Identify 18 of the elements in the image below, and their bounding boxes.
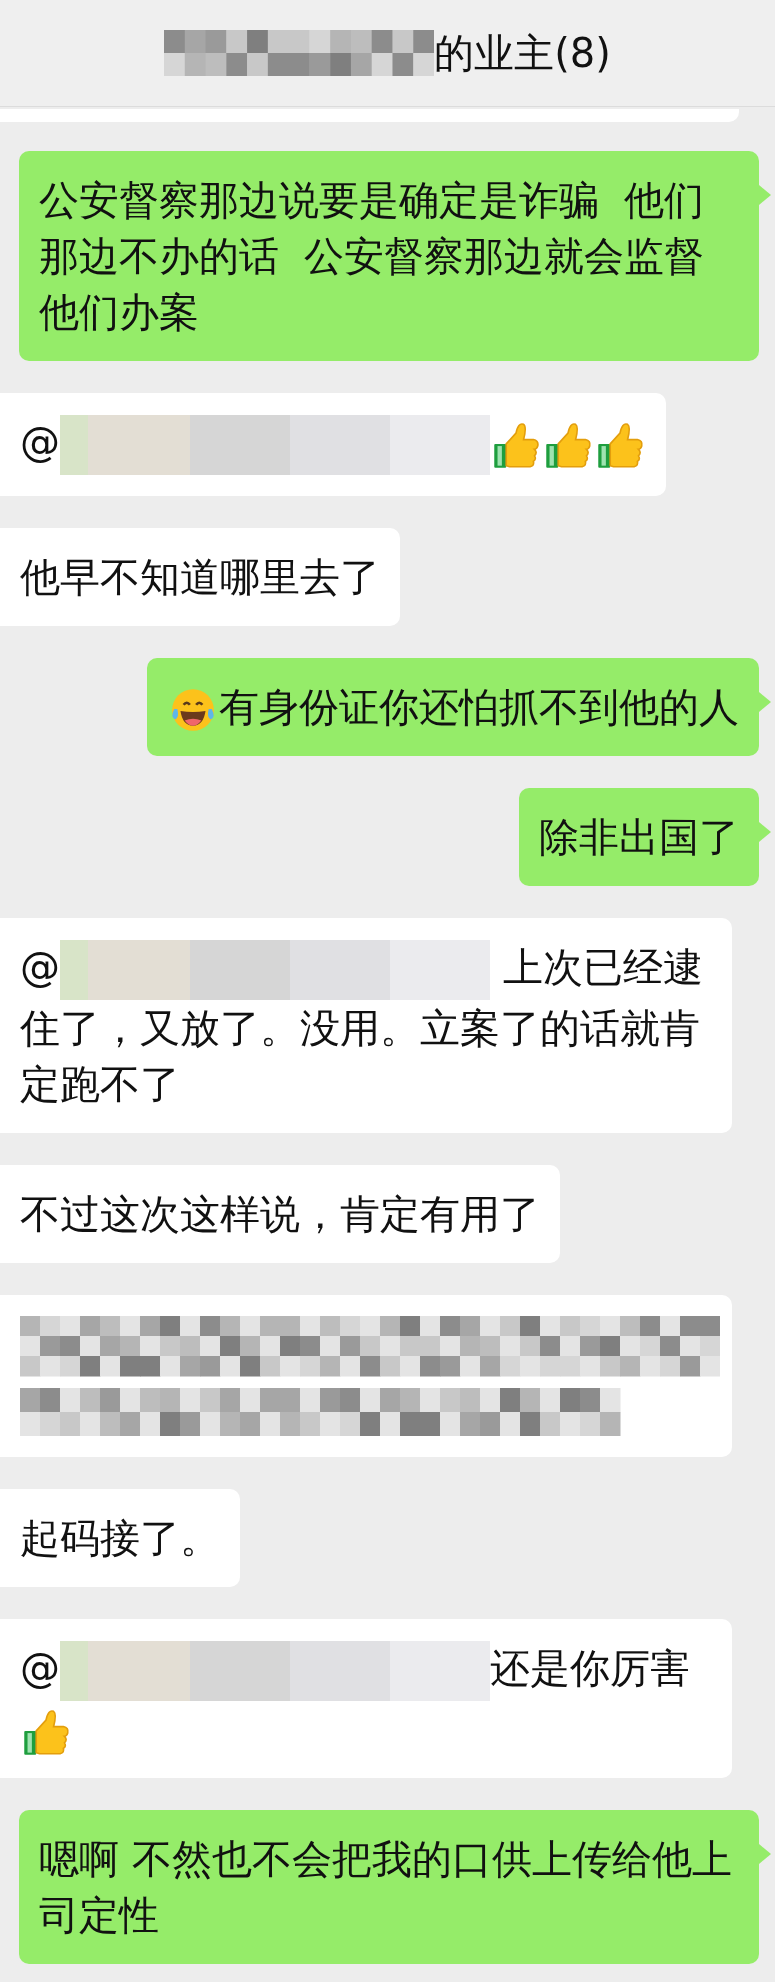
message-text: 有身份证你还怕抓不到他的人 [219, 684, 739, 730]
message-text: @ [20, 1645, 60, 1691]
message-text: 他早不知道哪里去了 [20, 554, 380, 600]
message-text: @ [20, 944, 60, 990]
message-text: 不过这次这样说，肯定有用了 [20, 1191, 540, 1237]
thumbs-up-icon [596, 420, 644, 470]
thumbs-up-icon [22, 1707, 70, 1757]
message-text: 公安督察那边说要是确定是诈骗 他们那边不办的话 公安督察那边就会监督他们办案 [39, 177, 705, 335]
thumbs-up-icon [492, 420, 540, 470]
message-text: 还是你厉害 [490, 1645, 690, 1691]
message-text: 除非出国了 [539, 814, 739, 860]
message-text: 起码接了。 [20, 1515, 220, 1561]
message-text: @ [20, 419, 60, 465]
message-text: 嗯啊 不然也不会把我的口供上传给他上司定性 [39, 1836, 732, 1938]
chat-title: 的业主(8) [434, 28, 611, 78]
message-text: 住了，又放了。没用。立案了的话就肯定跑不了 [20, 1004, 701, 1109]
thumbs-up-icon [544, 420, 592, 470]
message-text: 上次已经逮 [501, 944, 703, 990]
